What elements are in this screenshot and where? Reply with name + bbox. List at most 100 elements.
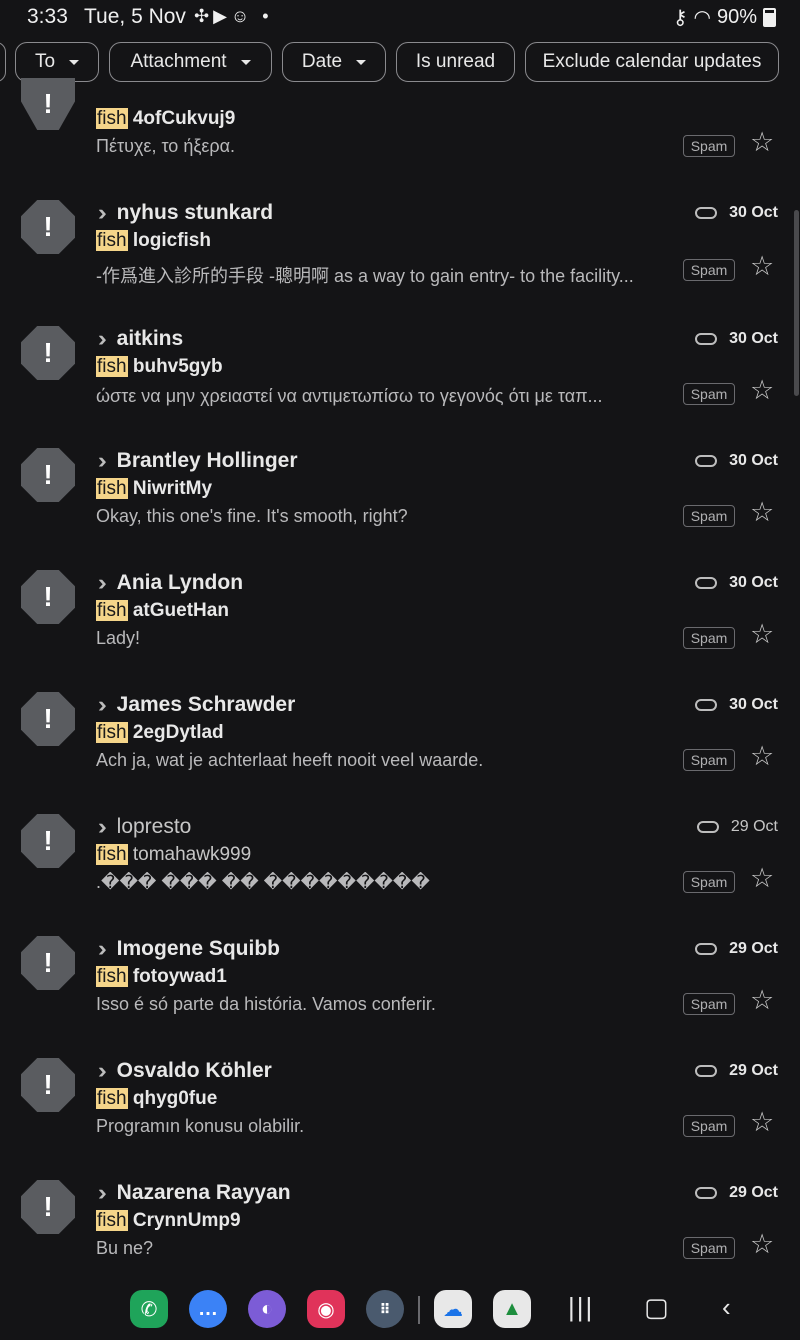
mail-sender: Brantley Hollinger: [116, 449, 298, 472]
subject-text: logicfish: [132, 230, 211, 251]
spam-badge: Spam: [683, 135, 735, 157]
spam-avatar-icon[interactable]: !: [21, 570, 75, 624]
mail-row[interactable]: ! ›› Ania Lyndon 30 Oct fish atGuetHan La…: [0, 560, 800, 682]
mail-subject: fish buhv5gyb: [96, 356, 223, 378]
search-highlight: fish: [96, 1088, 128, 1109]
star-icon[interactable]: ☆: [750, 377, 774, 404]
star-icon[interactable]: ☆: [750, 499, 774, 526]
chip-attachment[interactable]: Attachment: [109, 42, 272, 82]
forward-chevron-icon: ››: [98, 570, 106, 595]
mail-sender: Imogene Squibb: [116, 937, 280, 960]
mail-sender-line: ›› aitkins: [98, 326, 183, 352]
mail-row[interactable]: ! ›› nyhus stunkard 30 Oct fish logicfish…: [0, 190, 800, 312]
spam-avatar-icon[interactable]: !: [21, 448, 75, 502]
mail-date-wrap: 30 Oct: [695, 204, 778, 222]
star-icon[interactable]: ☆: [750, 253, 774, 280]
internet-app-icon[interactable]: ◐: [248, 1290, 286, 1328]
mail-row[interactable]: ! ›› James Schrawder 30 Oct fish 2egDytla…: [0, 682, 800, 804]
star-icon[interactable]: ☆: [750, 129, 774, 156]
attachment-icon: [696, 821, 719, 833]
mail-row[interactable]: ! ›› lopresto 29 Oct fish tomahawk999 .��…: [0, 804, 800, 926]
mail-date: 30 Oct: [729, 452, 778, 469]
mail-sender-line: ›› Ania Lyndon: [98, 570, 243, 596]
spam-avatar-icon[interactable]: !: [21, 326, 75, 380]
star-icon[interactable]: ☆: [750, 987, 774, 1014]
spam-avatar-icon[interactable]: !: [21, 1180, 75, 1234]
star-icon[interactable]: ☆: [750, 743, 774, 770]
mail-subject: fish logicfish: [96, 230, 211, 252]
spam-avatar-icon[interactable]: !: [21, 936, 75, 990]
dock-divider: [418, 1296, 420, 1324]
chip-is-unread[interactable]: Is unread: [396, 42, 515, 82]
spam-avatar-icon[interactable]: !: [21, 78, 75, 130]
spam-avatar-icon[interactable]: !: [21, 814, 75, 868]
mail-date: 29 Oct: [729, 1184, 778, 1201]
forward-chevron-icon: ››: [98, 448, 106, 473]
app-drawer-icon[interactable]: ⠿: [366, 1290, 404, 1328]
search-highlight: fish: [96, 966, 128, 987]
mail-date-wrap: 30 Oct: [695, 574, 778, 592]
mail-sender-line: ›› Nazarena Rayyan: [98, 1180, 291, 1206]
search-highlight: fish: [96, 108, 128, 129]
chip-to[interactable]: To: [15, 42, 99, 82]
mail-date: 30 Oct: [729, 696, 778, 713]
search-highlight: fish: [96, 844, 128, 865]
spam-avatar-icon[interactable]: !: [21, 200, 75, 254]
subject-text: qhyg0fue: [132, 1088, 218, 1109]
mail-snippet: .��� ��� �� ���������: [96, 872, 430, 892]
attachment-icon: [695, 333, 718, 345]
spam-badge: Spam: [683, 1237, 735, 1259]
mail-sender: Ania Lyndon: [116, 571, 244, 594]
chip-date[interactable]: Date: [282, 42, 386, 82]
phone-app-icon[interactable]: ✆: [130, 1290, 168, 1328]
mail-row[interactable]: ! ›› Brantley Hollinger 30 Oct fish Niwri…: [0, 438, 800, 560]
chip-to-label: To: [34, 51, 56, 72]
spam-badge: Spam: [683, 505, 735, 527]
search-highlight: fish: [96, 230, 128, 251]
mail-subject: fish atGuetHan: [96, 600, 229, 622]
star-icon[interactable]: ☆: [750, 1231, 774, 1258]
mail-row[interactable]: ! ›› Imogene Squibb 29 Oct fish fotoywad1…: [0, 926, 800, 1048]
forward-chevron-icon: ››: [98, 936, 106, 961]
star-icon[interactable]: ☆: [750, 621, 774, 648]
attachment-icon: [695, 577, 718, 589]
forward-chevron-icon: ››: [98, 1180, 106, 1205]
mail-row[interactable]: ! ›› Nazarena Rayyan 29 Oct fish CrynnUmp…: [0, 1170, 800, 1292]
back-icon[interactable]: ‹: [722, 1292, 731, 1323]
mail-snippet: Lady!: [96, 628, 141, 648]
star-icon[interactable]: ☆: [750, 865, 774, 892]
scrollbar[interactable]: [794, 210, 799, 396]
subject-text: 4ofCukvuj9: [132, 108, 236, 129]
mail-row[interactable]: ! fish 4ofCukvuj9 Πέτυχε, το ήξερα. Spam…: [0, 78, 800, 200]
mail-snippet: Πέτυχε, το ήξερα.: [96, 136, 236, 156]
mail-date: 30 Oct: [729, 574, 778, 591]
mail-sender: James Schrawder: [116, 693, 296, 716]
mail-sender: aitkins: [116, 327, 184, 350]
chip-exclude-calendar[interactable]: Exclude calendar updates: [525, 42, 779, 82]
mail-date-wrap: 30 Oct: [695, 330, 778, 348]
search-highlight: fish: [96, 1210, 128, 1231]
drive-app-icon[interactable]: ▲: [493, 1290, 531, 1328]
spam-badge: Spam: [683, 749, 735, 771]
spam-avatar-icon[interactable]: !: [21, 1058, 75, 1112]
mail-row[interactable]: ! ›› aitkins 30 Oct fish buhv5gyb ώστε να…: [0, 316, 800, 438]
messages-app-icon[interactable]: …: [189, 1290, 227, 1328]
camera-app-icon[interactable]: ◉: [307, 1290, 345, 1328]
mail-date-wrap: 29 Oct: [695, 940, 778, 958]
recent-apps-icon[interactable]: |||: [568, 1292, 594, 1323]
chip-previous[interactable]: [0, 42, 6, 82]
forward-chevron-icon: ››: [98, 200, 106, 225]
home-icon[interactable]: ▢: [644, 1292, 669, 1323]
forward-chevron-icon: ››: [98, 692, 106, 717]
mail-subject: fish tomahawk999: [96, 844, 251, 866]
onedrive-app-icon[interactable]: ☁: [434, 1290, 472, 1328]
attachment-icon: [695, 943, 718, 955]
star-icon[interactable]: ☆: [750, 1109, 774, 1136]
subject-text: tomahawk999: [132, 844, 252, 865]
chip-attachment-label: Attachment: [130, 51, 227, 72]
mail-subject: fish fotoywad1: [96, 966, 227, 988]
mail-row[interactable]: ! ›› Osvaldo Köhler 29 Oct fish qhyg0fue …: [0, 1048, 800, 1170]
mail-date: 30 Oct: [729, 330, 778, 347]
chip-exclude-label: Exclude calendar updates: [542, 51, 762, 72]
spam-avatar-icon[interactable]: !: [21, 692, 75, 746]
